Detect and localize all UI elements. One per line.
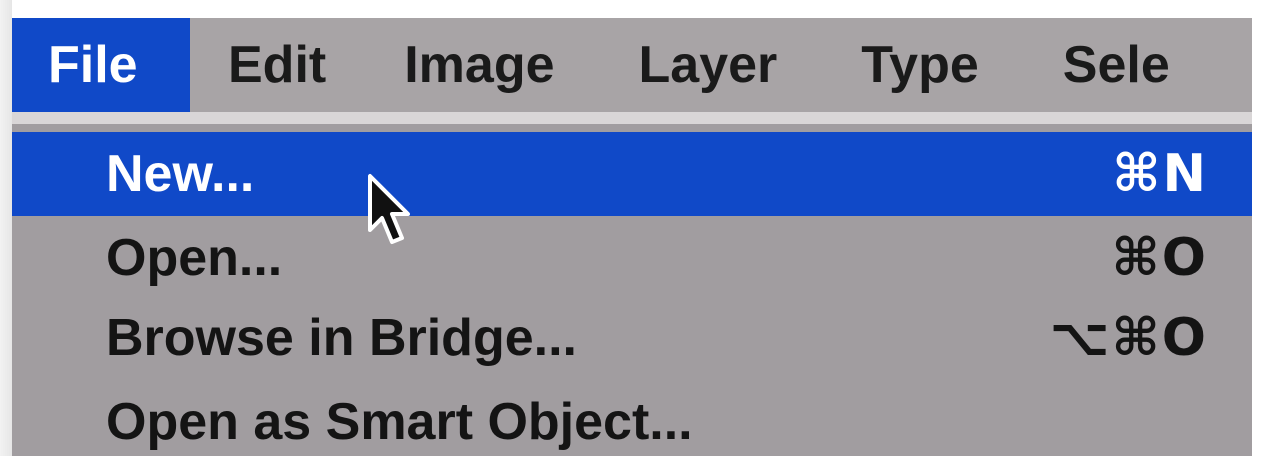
menu-select[interactable]: Sele — [1063, 18, 1170, 112]
menu-item-open-as-smart-object[interactable]: Open as Smart Object... — [12, 380, 1252, 464]
menu-item-label: New... — [106, 145, 255, 203]
file-dropdown-menu: New... ⌘N Open... ⌘O Browse in Bridge...… — [12, 124, 1252, 456]
menu-file[interactable]: File — [12, 18, 190, 112]
menu-item-browse-in-bridge[interactable]: Browse in Bridge... ⌥⌘O — [12, 296, 1252, 380]
menu-item-shortcut: ⌘N — [1112, 144, 1208, 204]
menu-type[interactable]: Type — [861, 18, 979, 112]
menu-bar: File Edit Image Layer Type Sele — [12, 18, 1252, 112]
right-edge — [1252, 0, 1264, 456]
left-edge — [0, 0, 12, 456]
menu-item-open[interactable]: Open... ⌘O — [12, 216, 1252, 300]
menu-layer[interactable]: Layer — [639, 18, 778, 112]
menu-image[interactable]: Image — [404, 18, 554, 112]
menu-item-shortcut: ⌘O — [1111, 228, 1208, 288]
arrow-cursor-icon — [368, 174, 410, 244]
menu-item-label: Open as Smart Object... — [106, 393, 693, 451]
menu-item-shortcut: ⌥⌘O — [1049, 308, 1208, 368]
menu-item-label: Browse in Bridge... — [106, 309, 577, 367]
menu-item-new[interactable]: New... ⌘N — [12, 132, 1252, 216]
menu-item-label: Open... — [106, 229, 283, 287]
menu-separator-gap — [12, 112, 1252, 124]
menu-edit[interactable]: Edit — [228, 18, 326, 112]
